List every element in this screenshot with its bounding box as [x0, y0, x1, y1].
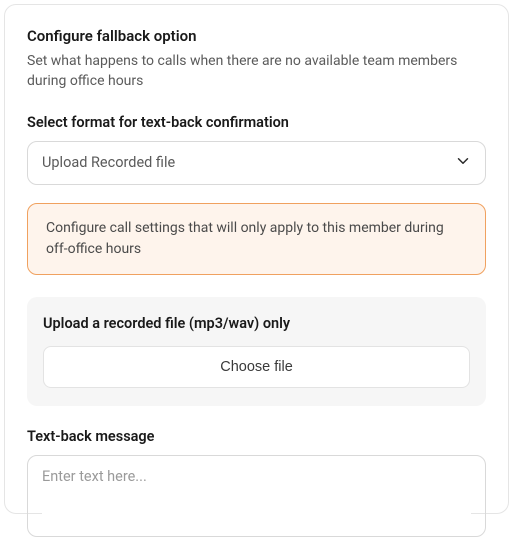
panel-title: Configure fallback option	[27, 27, 486, 45]
choose-file-button[interactable]: Choose file	[43, 346, 470, 388]
format-label: Select format for text-back confirmation	[27, 114, 486, 131]
info-banner: Configure call settings that will only a…	[27, 203, 486, 275]
panel-subtitle: Set what happens to calls when there are…	[27, 51, 486, 92]
upload-card: Upload a recorded file (mp3/wav) only Ch…	[27, 297, 486, 406]
info-banner-text: Configure call settings that will only a…	[46, 220, 444, 257]
textback-input[interactable]	[42, 468, 471, 524]
textback-field-wrap	[27, 455, 486, 537]
choose-file-label: Choose file	[220, 359, 293, 375]
format-select[interactable]: Upload Recorded file	[27, 141, 486, 185]
textback-label: Text-back message	[27, 428, 486, 445]
upload-title: Upload a recorded file (mp3/wav) only	[43, 315, 470, 332]
format-selected-value: Upload Recorded file	[42, 154, 175, 171]
fallback-config-panel: Configure fallback option Set what happe…	[4, 4, 509, 514]
